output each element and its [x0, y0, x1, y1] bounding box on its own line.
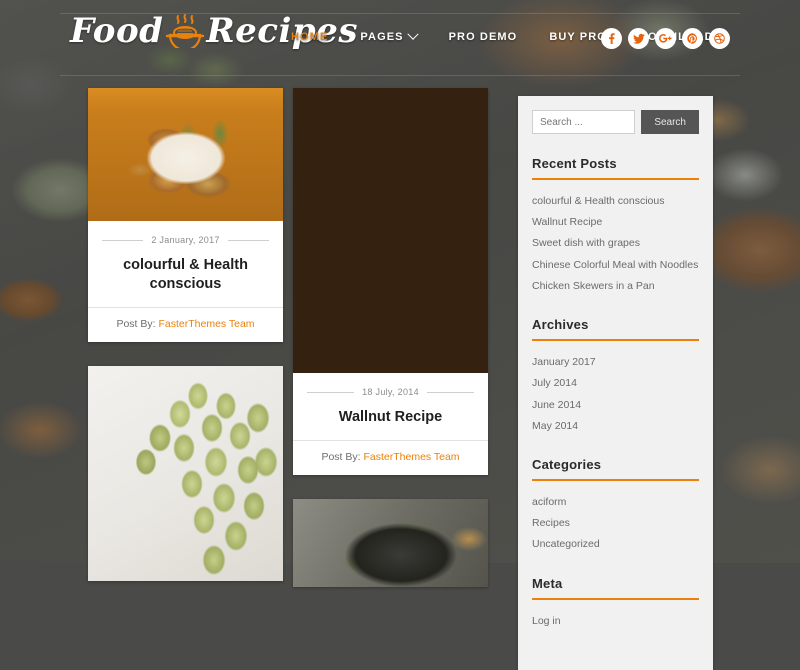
search-button[interactable]: Search — [641, 110, 699, 134]
post-card[interactable] — [293, 498, 488, 587]
date-rule-left — [102, 239, 144, 241]
nav-label: HOME — [291, 31, 329, 43]
post-byline: Post By: FasterThemes Team — [293, 439, 488, 475]
grapes-photo[interactable] — [88, 365, 283, 581]
list-item[interactable]: May 2014 — [532, 416, 699, 437]
archives-list: January 2017 July 2014 June 2014 May 201… — [532, 352, 699, 437]
list-item[interactable]: July 2014 — [532, 373, 699, 394]
nav-label: BUY PRO — [549, 31, 607, 43]
noodles-photo[interactable] — [293, 498, 488, 587]
list-item[interactable]: Wallnut Recipe — [532, 212, 699, 233]
date-rule-right — [426, 391, 474, 393]
post-card[interactable]: 18 July, 2014 Wallnut Recipe Post By: Fa… — [293, 88, 488, 475]
widget-archives: Archives January 2017 July 2014 June 201… — [532, 317, 699, 437]
post-by-label: Post By: — [116, 317, 156, 330]
post-date: 18 July, 2014 — [362, 387, 419, 397]
list-item[interactable]: colourful & Health conscious — [532, 191, 699, 212]
post-column-2: 18 July, 2014 Wallnut Recipe Post By: Fa… — [293, 88, 488, 611]
widget-title: Categories — [532, 457, 699, 481]
widget-meta: Meta Log in — [532, 576, 699, 632]
walnuts-photo[interactable] — [293, 88, 488, 373]
post-by-label: Post By: — [321, 450, 361, 463]
sidebar: Search Recent Posts colourful & Health c… — [518, 96, 713, 670]
social-links — [601, 28, 730, 49]
search-form: Search — [532, 110, 699, 134]
list-item[interactable]: January 2017 — [532, 352, 699, 373]
logo-word-food: Food — [70, 11, 164, 51]
chicken-wings-photo[interactable] — [88, 88, 283, 221]
post-byline: Post By: FasterThemes Team — [88, 306, 283, 342]
twitter-icon[interactable] — [628, 28, 649, 49]
post-meta: 18 July, 2014 Wallnut Recipe — [293, 373, 488, 427]
categories-list: aciform Recipes Uncategorized — [532, 492, 699, 556]
post-title[interactable]: colourful & Health conscious — [102, 256, 269, 294]
post-card[interactable] — [88, 365, 283, 581]
nav-item-pages[interactable]: PAGES — [344, 28, 432, 43]
pinterest-icon[interactable] — [682, 28, 703, 49]
date-rule-left — [307, 391, 355, 393]
search-input[interactable] — [532, 110, 636, 134]
list-item[interactable]: Log in — [532, 611, 699, 632]
list-item[interactable]: Recipes — [532, 513, 699, 534]
chevron-down-icon — [406, 28, 419, 40]
list-item[interactable]: Sweet dish with grapes — [532, 233, 699, 254]
post-card[interactable]: 2 January, 2017 colourful & Health consc… — [88, 88, 283, 342]
widget-title: Recent Posts — [532, 156, 699, 180]
post-author[interactable]: FasterThemes Team — [363, 451, 459, 463]
post-meta: 2 January, 2017 colourful & Health consc… — [88, 221, 283, 294]
nav-label: PRO DEMO — [448, 31, 518, 43]
nav-item-pro-demo[interactable]: PRO DEMO — [433, 31, 534, 43]
list-item[interactable]: Chicken Skewers in a Pan — [532, 276, 699, 297]
nav-item-home[interactable]: HOME — [275, 31, 344, 43]
widget-title: Meta — [532, 576, 699, 600]
post-date: 2 January, 2017 — [151, 235, 220, 245]
post-title[interactable]: Wallnut Recipe — [307, 408, 474, 427]
dribbble-icon[interactable] — [709, 28, 730, 49]
post-dateline: 18 July, 2014 — [307, 387, 474, 397]
date-rule-right — [227, 239, 270, 241]
widget-categories: Categories aciform Recipes Uncategorized — [532, 457, 699, 556]
bowl-icon — [165, 14, 205, 48]
list-item[interactable]: Chinese Colorful Meal with Noodles — [532, 255, 699, 276]
nav-label: PAGES — [360, 31, 404, 43]
post-column-1: 2 January, 2017 colourful & Health consc… — [88, 88, 283, 605]
post-dateline: 2 January, 2017 — [102, 235, 270, 245]
list-item[interactable]: aciform — [532, 492, 699, 513]
meta-list: Log in — [532, 611, 699, 632]
sidebar-panel: Search Recent Posts colourful & Health c… — [518, 96, 713, 670]
recent-posts-list: colourful & Health conscious Wallnut Rec… — [532, 191, 699, 297]
list-item[interactable]: June 2014 — [532, 395, 699, 416]
google-plus-icon[interactable] — [655, 28, 676, 49]
site-header: Food Recipes HOME PAGES PRO DEMO BUY PRO — [0, 0, 800, 76]
post-author[interactable]: FasterThemes Team — [158, 318, 254, 330]
facebook-icon[interactable] — [601, 28, 622, 49]
list-item[interactable]: Uncategorized — [532, 534, 699, 555]
widget-title: Archives — [532, 317, 699, 342]
widget-recent-posts: Recent Posts colourful & Health consciou… — [532, 156, 699, 297]
